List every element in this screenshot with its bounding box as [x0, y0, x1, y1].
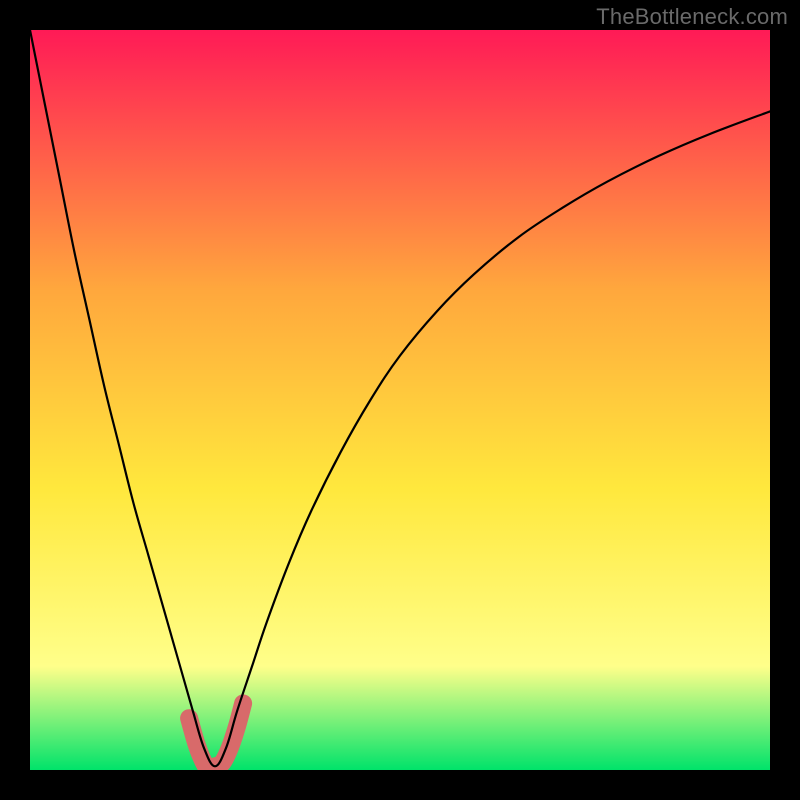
plot-svg: [30, 30, 770, 770]
plot-area: [30, 30, 770, 770]
watermark-text: TheBottleneck.com: [596, 4, 788, 30]
gradient-background: [30, 30, 770, 770]
chart-frame: TheBottleneck.com: [0, 0, 800, 800]
